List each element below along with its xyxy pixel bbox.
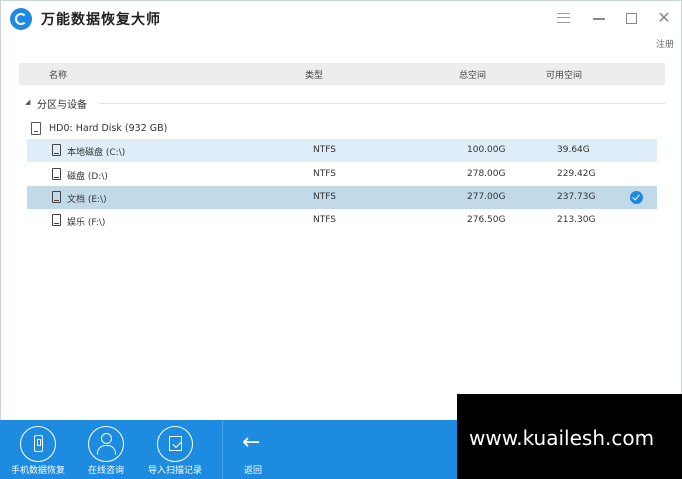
back-label: 返回 [243,466,262,476]
partition-icon [52,191,61,203]
person-icon [88,426,124,462]
register-link[interactable]: 注册 [656,37,674,50]
partition-free: 39.64G [557,145,590,155]
minimize-button[interactable] [590,9,608,27]
partition-free: 237.73G [557,192,596,202]
column-header-name[interactable]: 名称 [49,68,67,81]
partition-name: 磁盘 (D:\) [67,172,108,182]
partition-name: 文档 (E:\) [67,195,107,205]
back-arrow-icon: ← [242,430,261,455]
partition-fs: NTFS [313,145,336,155]
column-header-free[interactable]: 可用空间 [546,68,582,81]
section-partitions[interactable]: ◢ 分区与设备 [25,95,665,111]
phone-icon [20,426,56,462]
partition-row-c[interactable]: 本地磁盘 (C:\) NTFS 100.00G 39.64G [27,139,657,162]
partition-total: 276.50G [467,215,506,225]
menu-button[interactable] [554,9,572,27]
partition-fs: NTFS [313,215,336,225]
menu-icon [556,13,570,23]
section-divider [99,103,665,104]
import-scan-label: 导入扫描记录 [147,466,202,476]
phone-recovery-label: 手机数据恢复 [10,466,65,476]
partition-row-d[interactable]: 磁盘 (D:\) NTFS 278.00G 229.42G [27,163,657,186]
table-header: 名称 类型 总空间 可用空间 [19,63,665,85]
partition-free: 213.30G [557,215,596,225]
partition-total: 278.00G [467,169,506,179]
partition-fs: NTFS [313,192,336,202]
import-doc-icon [157,426,193,462]
partition-total: 277.00G [467,192,506,202]
hard-disk-icon [31,122,41,135]
maximize-button[interactable] [622,9,640,27]
partition-free: 229.42G [557,169,596,179]
close-icon: ✕ [657,8,671,27]
column-header-type[interactable]: 类型 [305,68,323,81]
minimize-icon [593,18,605,20]
partition-icon [52,144,61,156]
back-button[interactable]: ← 返回 [218,426,288,478]
online-consult-label: 在线咨询 [87,466,124,476]
watermark-text: www.kuailesh.com [469,426,655,450]
title-bar: 万能数据恢复大师 ✕ [1,1,681,35]
partition-name: 娱乐 (F:\) [67,218,106,228]
close-button[interactable]: ✕ [655,9,673,27]
app-title: 万能数据恢复大师 [41,12,161,28]
partition-name: 本地磁盘 (C:\) [67,148,126,158]
check-icon [630,191,643,204]
collapse-arrow-icon[interactable]: ◢ [25,98,30,106]
import-scan-button[interactable]: 导入扫描记录 [140,426,210,478]
partition-icon [52,214,61,226]
maximize-icon [625,13,637,24]
app-logo-icon [10,8,32,30]
watermark: www.kuailesh.com [457,394,682,479]
section-label: 分区与设备 [37,100,87,111]
partition-row-e[interactable]: 文档 (E:\) NTFS 277.00G 237.73G [27,186,657,209]
phone-recovery-button[interactable]: 手机数据恢复 [3,426,73,478]
partition-fs: NTFS [313,169,336,179]
online-consult-button[interactable]: 在线咨询 [71,426,141,478]
partition-total: 100.00G [467,145,506,155]
partition-icon [52,168,61,180]
column-header-total[interactable]: 总空间 [459,68,486,81]
disk-label: HD0: Hard Disk (932 GB) [49,123,168,134]
partition-row-f[interactable]: 娱乐 (F:\) NTFS 276.50G 213.30G [27,209,657,232]
